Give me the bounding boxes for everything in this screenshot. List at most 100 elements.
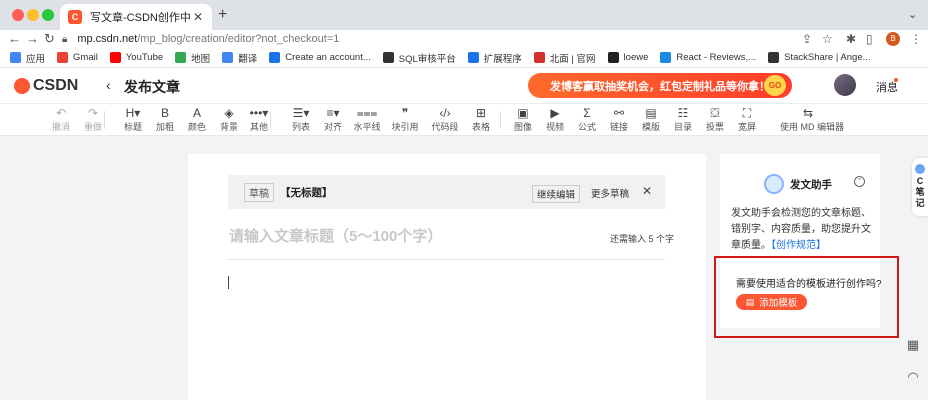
notes-side-tab-ji: 记 [915, 198, 925, 208]
bookmark-item[interactable]: loewe [607, 52, 648, 63]
toolbar-vote-button[interactable]: ⛋ 投票 [698, 105, 732, 133]
toolbar-align-button[interactable]: ≡▾ 对齐 [316, 105, 350, 133]
toolbar-widescreen-button[interactable]: ⛶ 宽屏 [730, 105, 764, 133]
creation-rules-link[interactable]: 【创作规范】 [771, 240, 826, 251]
page-title[interactable]: 发布文章 [124, 77, 180, 97]
bookmark-label: SQL审核平台 [398, 53, 456, 65]
hr-icon: ⩶ [356, 106, 378, 120]
toolbar-quote-button[interactable]: ❞ 块引用 [388, 105, 422, 133]
toolbar-undo-button[interactable]: ↶ 撤消 [44, 105, 78, 133]
user-avatar[interactable] [834, 74, 856, 96]
assistant-header: 发文助手 [764, 174, 832, 194]
collapse-icon[interactable]: ⌃ [854, 176, 865, 187]
toolbar-widescreen-label: 宽屏 [737, 122, 756, 132]
toolbar-table-button[interactable]: ⊞ 表格 [464, 105, 498, 133]
northface-icon [533, 52, 545, 63]
bookmark-item[interactable]: StackShare | Ange... [768, 52, 871, 63]
image-icon: ▣ [517, 106, 529, 120]
toolbar-hr-label: 水平线 [353, 122, 381, 132]
bookmark-item[interactable]: YouTube [109, 52, 163, 63]
browser-menu-icon[interactable]: ⋮ [910, 31, 922, 47]
toolbar-vote-label: 投票 [705, 122, 724, 132]
bookmarks-bar: 应用 Gmail YouTube 地图 翻译 Create an account... SQ… [0, 48, 928, 68]
lock-icon: 🔒︎ [62, 33, 68, 45]
bookmark-label: 北面 | 官网 [549, 53, 596, 65]
extensions-puzzle-icon[interactable]: ✱ [846, 31, 856, 47]
close-icon[interactable]: ✕ [642, 184, 652, 198]
editor-toolbar: ↶ 撤消 ↷ 重做 H▾ 标题 B 加粗 A 颜色 ◈ 背景 •••▾ 其他 ☰▾ 列表 ≡▾ 对齐 ⩶ 水平线 ❞ 块引… [0, 104, 928, 136]
toolbar-code-button[interactable]: ‹/› 代码段 [428, 105, 462, 133]
bookmark-item[interactable]: React - Reviews,... [660, 52, 756, 63]
back-chevron-icon[interactable]: ‹ [106, 77, 111, 93]
bookmark-item[interactable]: Gmail [57, 52, 98, 63]
forward-arrow-icon[interactable]: → [26, 30, 39, 48]
toolbar-template-button[interactable]: ▤ 模版 [634, 105, 668, 133]
align-icon: ≡▾ [326, 106, 340, 120]
toolbar-hr-button[interactable]: ⩶ 水平线 [350, 105, 384, 133]
qr-code-icon[interactable]: ▦ [903, 335, 923, 355]
assistant-robot-icon [764, 174, 784, 194]
bookmark-label: 翻译 [238, 53, 258, 65]
bookmark-star-icon[interactable]: ☆ [822, 31, 833, 47]
draft-badge: 草稿 [244, 182, 274, 202]
profile-avatar[interactable]: B [886, 32, 900, 46]
toolbar-other-button[interactable]: •••▾ 其他 [242, 105, 276, 133]
notes-side-tab-bi: 笔 [915, 187, 925, 197]
notes-side-tab[interactable]: C 笔 记 [912, 158, 928, 216]
editor-panel: 草稿 【无标题】 继续编辑 更多草稿 ✕ 请输入文章标题（5～100个字） 还需… [188, 154, 706, 400]
share-icon[interactable]: ⇪ [802, 31, 812, 47]
maximize-window-icon[interactable] [42, 9, 54, 21]
toolbar-heading-button[interactable]: H▾ 标题 [116, 105, 150, 133]
apps-grid-icon [10, 52, 21, 63]
article-title-input[interactable]: 请输入文章标题（5～100个字） [229, 225, 442, 246]
toolbar-redo-button[interactable]: ↷ 重做 [76, 105, 110, 133]
vote-icon: ⛋ [710, 106, 720, 120]
reload-icon[interactable]: ↻ [44, 30, 55, 48]
promo-banner[interactable]: 发博客赢取抽奖机会，红包定制礼品等你拿！ GO [528, 73, 792, 98]
toolbar-video-button[interactable]: ▶ 视频 [538, 105, 572, 133]
title-dropdown-icon[interactable]: ▾ [174, 80, 179, 91]
back-arrow-icon[interactable]: ← [8, 30, 21, 48]
customer-service-icon[interactable]: ◠ [903, 367, 923, 387]
bookmark-item[interactable]: Create an account... [269, 52, 371, 63]
toolbar-toc-button[interactable]: ☷ 目录 [666, 105, 700, 133]
bookmark-item[interactable]: SQL审核平台 [382, 51, 456, 65]
bookmark-item[interactable]: 地图 [175, 51, 210, 65]
banner-go-button[interactable]: GO [764, 75, 786, 96]
bookmark-item[interactable]: 北面 | 官网 [533, 51, 596, 65]
toolbar-background-button[interactable]: ◈ 背景 [212, 105, 246, 133]
draft-notice-bar: 草稿 【无标题】 继续编辑 更多草稿 ✕ [228, 175, 665, 209]
toolbar-list-button[interactable]: ☰▾ 列表 [284, 105, 318, 133]
maps-icon [175, 52, 187, 63]
minimize-window-icon[interactable] [27, 9, 39, 21]
chat-bubble-icon [915, 164, 925, 174]
bookmark-item[interactable]: 翻译 [222, 51, 257, 65]
csdn-logo[interactable]: CSDN [14, 77, 78, 95]
code-icon: ‹/› [439, 106, 451, 120]
toolbar-link-button[interactable]: ⚯ 链接 [602, 105, 636, 133]
toolbar-image-button[interactable]: ▣ 图像 [506, 105, 540, 133]
toolbar-redo-label: 重做 [83, 122, 102, 132]
browser-tab[interactable]: C 写文章-CSDN创作中心 ✕ [60, 4, 212, 30]
tab-search-chevron-icon[interactable]: ⌄ [908, 8, 917, 21]
new-tab-button[interactable]: + [218, 6, 227, 24]
bookmark-item[interactable]: 应用 [10, 51, 45, 65]
tab-close-icon[interactable]: ✕ [190, 10, 206, 24]
csdn-mascot-icon [14, 78, 30, 94]
close-window-icon[interactable] [12, 9, 24, 21]
continue-edit-button[interactable]: 继续编辑 [532, 185, 581, 203]
more-drafts-link[interactable]: 更多草稿 [591, 186, 629, 200]
toolbar-bold-button[interactable]: B 加粗 [148, 105, 182, 133]
toolbar-color-button[interactable]: A 颜色 [180, 105, 214, 133]
bookmark-label: React - Reviews,... [676, 52, 757, 63]
toolbar-background-label: 背景 [219, 122, 238, 132]
address-bar-row: ← → ↻ 🔒︎ mp.csdn.net /mp_blog/creation/e… [0, 30, 928, 48]
template-icon: ▤ [645, 106, 657, 120]
content-editor-caret[interactable] [228, 276, 229, 289]
toolbar-md-button[interactable]: ⇆ 使用 MD 编辑器 [780, 105, 844, 133]
url-input[interactable]: 🔒︎ mp.csdn.net /mp_blog/creation/editor?… [62, 30, 762, 48]
bold-icon: B [160, 106, 169, 120]
bookmark-item[interactable]: 扩展程序 [467, 51, 522, 65]
side-panel-icon[interactable]: ▯ [866, 31, 873, 47]
toolbar-formula-button[interactable]: Σ 公式 [570, 105, 604, 133]
